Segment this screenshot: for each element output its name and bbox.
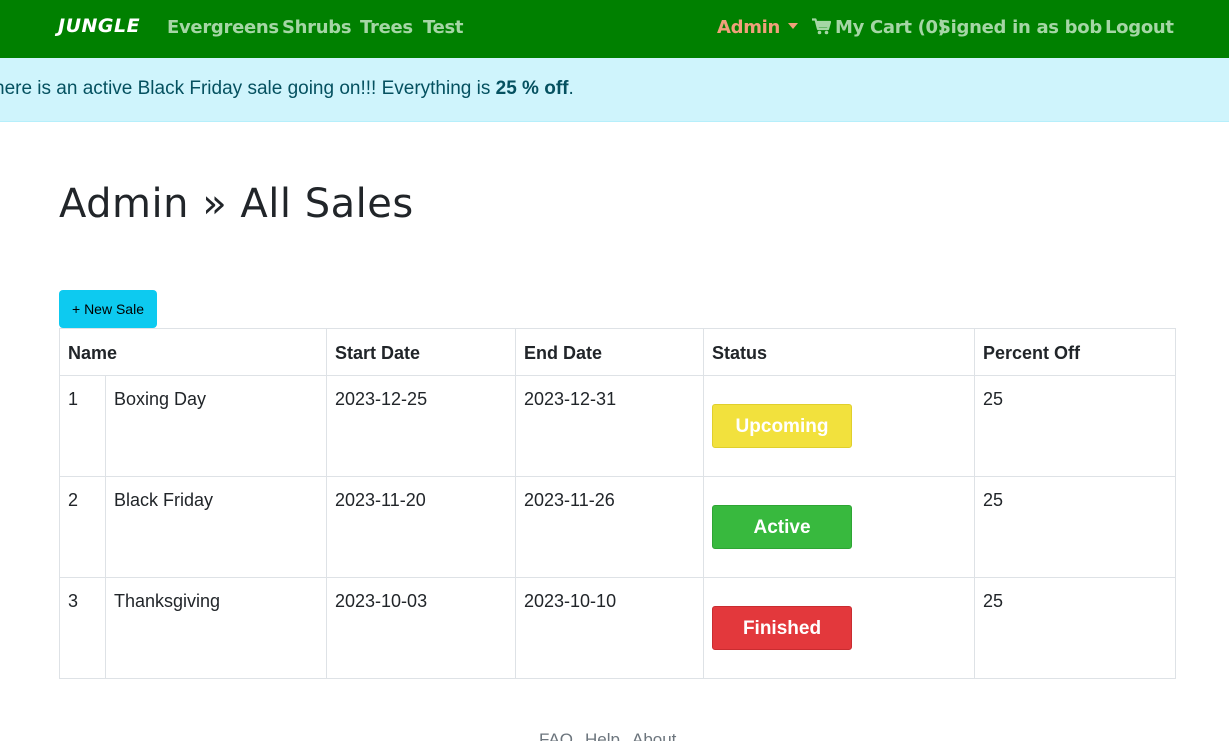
brand-logo[interactable]: JUNGLE <box>58 15 140 37</box>
sale-alert-banner: here is an active Black Friday sale goin… <box>0 58 1229 122</box>
alert-suffix: . <box>568 78 574 99</box>
footer-link-about[interactable]: About <box>632 730 676 741</box>
footer-link-help[interactable]: Help <box>585 730 620 741</box>
row-id: 3 <box>59 577 106 679</box>
shopping-cart-icon <box>812 18 831 35</box>
footer-link-faq[interactable]: FAQ <box>539 730 573 741</box>
percent-off: 25 <box>974 375 1176 477</box>
signed-in-status: Signed in as bob <box>938 17 1102 38</box>
sale-name: Black Friday <box>105 476 327 578</box>
cart-link[interactable]: My Cart (0) <box>812 17 946 38</box>
nav-link-test[interactable]: Test <box>423 17 464 38</box>
table-header-row: Name Start Date End Date Status Percent … <box>59 328 1176 376</box>
table-row: 1 Boxing Day 2023-12-25 2023-12-31 Upcom… <box>59 375 1176 477</box>
cart-label: My Cart (0) <box>835 17 946 38</box>
table-row: 2 Black Friday 2023-11-20 2023-11-26 Act… <box>59 476 1176 578</box>
start-date: 2023-11-20 <box>326 476 516 578</box>
row-id: 2 <box>59 476 106 578</box>
header-end-date: End Date <box>515 328 704 376</box>
table-row: 3 Thanksgiving 2023-10-03 2023-10-10 Fin… <box>59 577 1176 679</box>
status-cell: Upcoming <box>703 375 975 477</box>
status-cell: Active <box>703 476 975 578</box>
percent-off: 25 <box>974 577 1176 679</box>
new-sale-button[interactable]: + New Sale <box>59 290 157 328</box>
admin-dropdown-label: Admin <box>717 17 781 38</box>
status-cell: Finished <box>703 577 975 679</box>
sales-table: Name Start Date End Date Status Percent … <box>59 328 1176 679</box>
start-date: 2023-10-03 <box>326 577 516 679</box>
caret-down-icon <box>788 23 799 29</box>
header-status: Status <box>703 328 975 376</box>
header-percent-off: Percent Off <box>974 328 1176 376</box>
footer-links: FAQ Help About <box>539 730 688 741</box>
sale-name: Boxing Day <box>105 375 327 477</box>
header-start-date: Start Date <box>326 328 516 376</box>
status-badge-upcoming: Upcoming <box>712 404 852 448</box>
status-badge-finished: Finished <box>712 606 852 650</box>
percent-off: 25 <box>974 476 1176 578</box>
sale-alert-text: here is an active Black Friday sale goin… <box>0 78 574 100</box>
end-date: 2023-12-31 <box>515 375 704 477</box>
alert-prefix: here is an active Black Friday sale goin… <box>0 78 496 99</box>
end-date: 2023-11-26 <box>515 476 704 578</box>
page-title: Admin » All Sales <box>59 181 414 227</box>
top-navbar: JUNGLE Evergreens Shrubs Trees Test Admi… <box>0 0 1229 58</box>
row-id: 1 <box>59 375 106 477</box>
nav-link-trees[interactable]: Trees <box>360 17 413 38</box>
alert-discount: 25 % off <box>495 78 569 99</box>
logout-link[interactable]: Logout <box>1105 17 1174 38</box>
sale-name: Thanksgiving <box>105 577 327 679</box>
end-date: 2023-10-10 <box>515 577 704 679</box>
nav-link-evergreens[interactable]: Evergreens <box>167 17 279 38</box>
nav-link-shrubs[interactable]: Shrubs <box>282 17 352 38</box>
header-name: Name <box>59 328 327 376</box>
admin-dropdown[interactable]: Admin <box>717 17 799 38</box>
start-date: 2023-12-25 <box>326 375 516 477</box>
status-badge-active: Active <box>712 505 852 549</box>
